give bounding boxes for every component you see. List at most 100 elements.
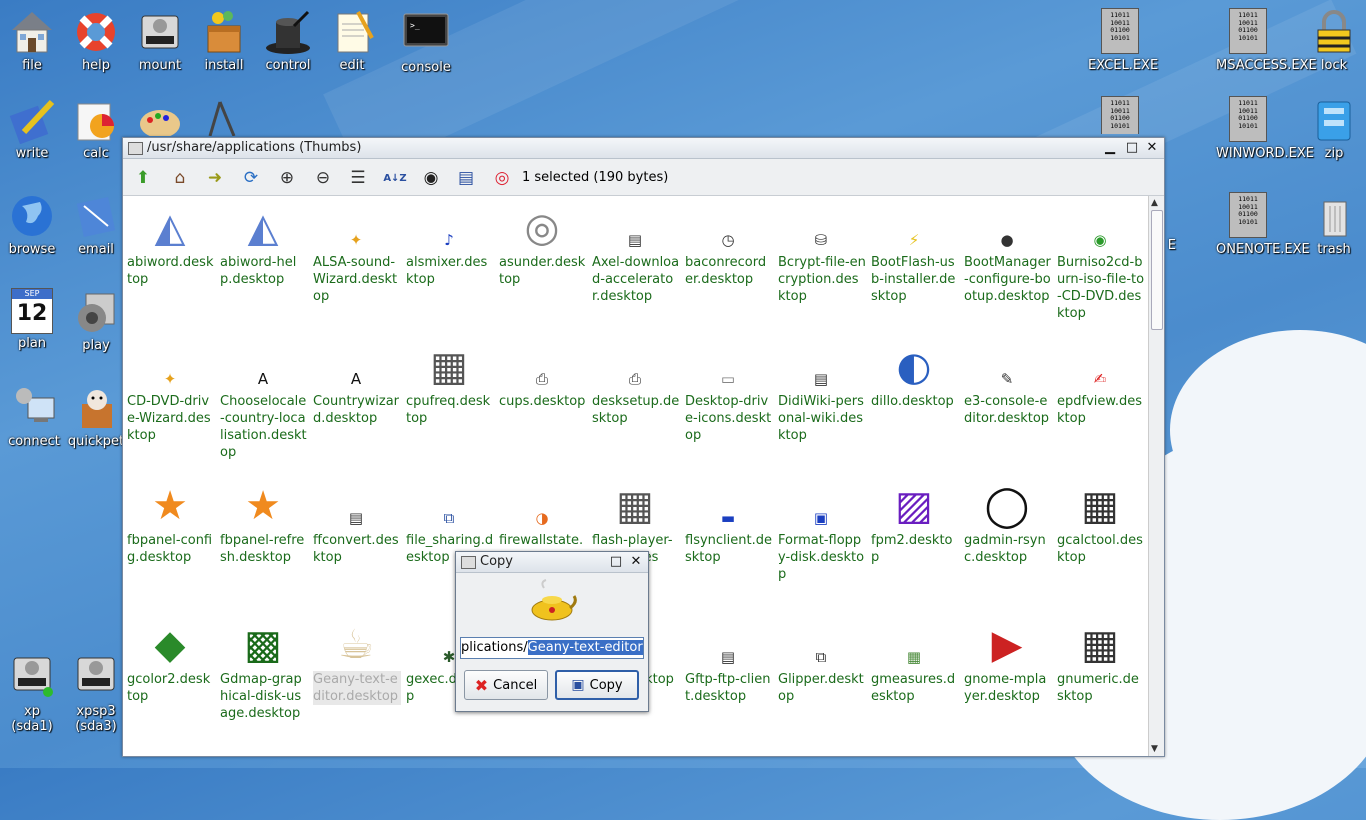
file-item[interactable]: ✍ epdfview.desktop — [1057, 335, 1148, 427]
home-icon[interactable]: ⌂ — [168, 166, 192, 190]
desktop-icon-trash[interactable]: trash — [1302, 192, 1366, 257]
desktop-icon-msaccess[interactable]: 11011 10011 01100 10101 MSACCESS.EXE — [1216, 8, 1317, 73]
help-lifebuoy-icon[interactable]: ◎ — [490, 166, 514, 190]
desktop-icon-plan[interactable]: SEP 12 plan — [0, 288, 64, 351]
file-item[interactable]: ▦ cpufreq.desktop — [406, 335, 498, 427]
desktop-icon-xp[interactable]: xp (sda1) — [0, 654, 64, 734]
globe-icon — [8, 192, 56, 240]
zoom-out-icon[interactable]: ⊖ — [311, 166, 335, 190]
file-item[interactable]: ☕ Geany-text-editor.desktop — [313, 613, 405, 705]
scrollbar-thumb[interactable] — [1151, 210, 1163, 330]
file-item[interactable]: ✎ e3-console-editor.desktop — [964, 335, 1056, 427]
file-item[interactable]: ⧉ Glipper.desktop — [778, 613, 870, 705]
goto-icon[interactable]: ➜ — [203, 166, 227, 190]
desktop-icon-onenote[interactable]: 11011 10011 01100 10101 ONENOTE.EXE — [1216, 192, 1310, 257]
dialog-titlebar[interactable]: Copy □ ✕ — [456, 552, 648, 573]
copy-dialog[interactable]: Copy □ ✕ plications/Geany-text-editor ✖ … — [455, 551, 649, 712]
desktop-icon-file[interactable]: file — [0, 8, 64, 73]
dialog-close-button[interactable]: ✕ — [628, 554, 644, 569]
file-item[interactable]: ◷ baconrecorder.desktop — [685, 196, 777, 288]
file-item[interactable]: ◭ abiword-help.desktop — [220, 196, 312, 288]
file-item[interactable]: ✦ CD-DVD-drive-Wizard.desktop — [127, 335, 219, 444]
file-thumbnail-icon: ▬ — [720, 509, 736, 527]
zoom-in-icon[interactable]: ⊕ — [275, 166, 299, 190]
scroll-down-arrow[interactable]: ▼ — [1151, 744, 1158, 754]
file-item[interactable]: A Countrywizard.desktop — [313, 335, 405, 427]
desktop-icon-label: help — [81, 58, 111, 73]
file-item[interactable]: ▤ Gftp-ftp-client.desktop — [685, 613, 777, 705]
file-item[interactable]: ▤ DidiWiki-personal-wiki.desktop — [778, 335, 870, 444]
desktop-icon-control[interactable]: control — [256, 8, 320, 73]
desktop-icon-calc[interactable]: calc — [64, 96, 128, 161]
desktop-icon-install[interactable]: install — [192, 8, 256, 73]
file-thumbnail-icon: ◭ — [154, 205, 186, 251]
file-item[interactable]: ● BootManager-configure-bootup.desktop — [964, 196, 1056, 305]
file-item[interactable]: ▦ gmeasures.desktop — [871, 613, 963, 705]
file-item[interactable]: ◎ asunder.desktop — [499, 196, 591, 288]
file-item[interactable]: ▬ flsynclient.desktop — [685, 474, 777, 566]
file-item[interactable]: ◭ abiword.desktop — [127, 196, 219, 288]
desktop-icon-connect[interactable]: connect — [2, 384, 66, 449]
file-item[interactable]: ◉ Burniso2cd-burn-iso-file-to-CD-DVD.desk… — [1057, 196, 1148, 322]
minimize-button[interactable]: ▁ — [1102, 140, 1118, 155]
up-arrow-icon[interactable]: ⬆ — [131, 166, 155, 190]
file-item[interactable]: ⛁ Bcrypt-file-encryption.desktop — [778, 196, 870, 305]
file-item[interactable]: A Chooselocale-country-localisation.deskt… — [220, 335, 312, 461]
copy-button[interactable]: ▣ Copy — [555, 670, 639, 700]
file-item[interactable]: ◯ gadmin-rsync.desktop — [964, 474, 1056, 566]
list-view-icon[interactable]: ☰ — [346, 166, 370, 190]
desktop-icon-write[interactable]: write — [0, 96, 64, 161]
file-item[interactable]: ▤ Axel-download-accelerator.desktop — [592, 196, 684, 305]
file-item[interactable]: ▦ gcalctool.desktop — [1057, 474, 1148, 566]
file-item[interactable]: ◐ dillo.desktop — [871, 335, 963, 410]
file-item[interactable]: ▣ Format-floppy-disk.desktop — [778, 474, 870, 583]
desktop-icon-winword[interactable]: 11011 10011 01100 10101 WINWORD.EXE — [1216, 96, 1314, 161]
desktop-icon-play[interactable]: play — [64, 288, 128, 353]
file-item[interactable]: ⚡ BootFlash-usb-installer.desktop — [871, 196, 963, 305]
harddisk-icon — [72, 654, 120, 702]
desktop-icon-quickpet[interactable]: quickpet — [64, 384, 128, 449]
file-name: ALSA-sound-Wizard.desktop — [313, 255, 398, 304]
eye-icon[interactable]: ◉ — [419, 166, 443, 190]
desktop-icon-binary[interactable]: 11011 10011 01100 10101 — [1088, 96, 1152, 136]
desktop-icon-edit[interactable]: edit — [320, 8, 384, 73]
file-item[interactable]: ▤ ffconvert.desktop — [313, 474, 405, 566]
window-icon — [128, 142, 143, 155]
desktop-icon-label: connect — [8, 434, 60, 449]
file-item[interactable]: ◆ gcolor2.desktop — [127, 613, 219, 705]
file-item[interactable]: ♪ alsmixer.desktop — [406, 196, 498, 288]
close-button[interactable]: ✕ — [1144, 140, 1160, 155]
file-item[interactable]: ★ fbpanel-config.desktop — [127, 474, 219, 566]
desktop-icon-browse[interactable]: browse — [0, 192, 64, 257]
file-item[interactable]: ▶ gnome-mplayer.desktop — [964, 613, 1056, 705]
file-item[interactable]: ▦ gnumeric.desktop — [1057, 613, 1148, 705]
desktop-icon-lock[interactable]: lock — [1302, 8, 1366, 73]
maximize-button[interactable]: □ — [1124, 140, 1140, 155]
file-item[interactable]: ⎙ desksetup.desktop — [592, 335, 684, 427]
desktop-icon-help[interactable]: help — [64, 8, 128, 73]
desktop-icon-xpsp3[interactable]: xpsp3 (sda3) — [64, 654, 128, 734]
destination-path-input[interactable]: plications/Geany-text-editor — [460, 637, 644, 659]
file-thumbnail-icon: ◆ — [154, 622, 186, 668]
details-view-icon[interactable]: ▤ — [454, 166, 478, 190]
file-item[interactable]: ▭ Desktop-drive-icons.desktop — [685, 335, 777, 444]
desktop-icon-email[interactable]: email — [64, 192, 128, 257]
file-item[interactable]: ✦ ALSA-sound-Wizard.desktop — [313, 196, 405, 305]
desktop-icon-console[interactable]: >_ console — [394, 8, 458, 75]
desktop-icon-excel[interactable]: 11011 10011 01100 10101 EXCEL.EXE — [1088, 8, 1158, 73]
scroll-up-arrow[interactable]: ▲ — [1151, 198, 1158, 208]
sort-az-icon[interactable]: A↓Z — [383, 166, 407, 190]
window-titlebar[interactable]: /usr/share/applications (Thumbs) ▁ □ ✕ — [123, 138, 1164, 159]
file-item[interactable]: ▩ Gdmap-graphical-disk-usage.desktop — [220, 613, 312, 722]
desktop-icon-mount[interactable]: mount — [128, 8, 192, 73]
vertical-scrollbar[interactable]: ▲ ▼ — [1148, 196, 1164, 756]
desktop-icon-zip[interactable]: zip — [1302, 96, 1366, 161]
file-item[interactable]: ★ fbpanel-refresh.desktop — [220, 474, 312, 566]
dialog-maximize-button[interactable]: □ — [608, 554, 624, 569]
cancel-button[interactable]: ✖ Cancel — [464, 670, 548, 700]
refresh-icon[interactable]: ⟳ — [239, 166, 263, 190]
file-item[interactable]: ▨ fpm2.desktop — [871, 474, 963, 566]
genie-lamp-icon — [526, 578, 578, 628]
file-item[interactable]: ⎙ cups.desktop — [499, 335, 591, 410]
file-thumbnail-icon: ◯ — [984, 483, 1030, 529]
